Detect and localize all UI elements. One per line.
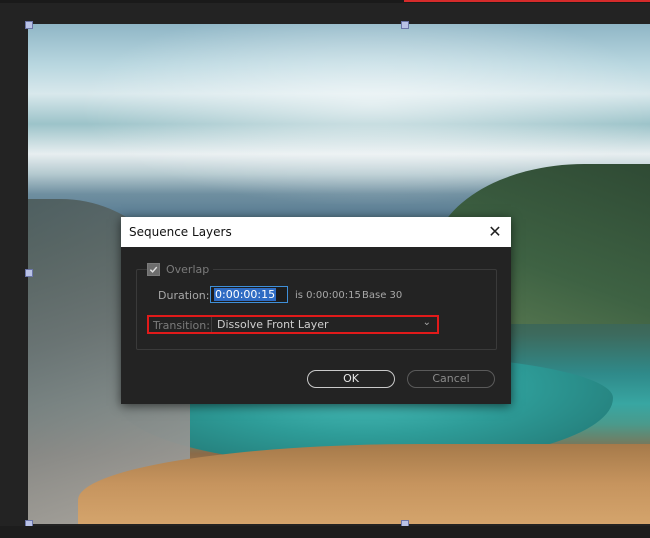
ok-button[interactable]: OK	[307, 370, 395, 388]
sequence-layers-dialog: Sequence Layers ✕ Overlap Duration: 0:00…	[121, 217, 511, 404]
timebase-text: Base 30	[362, 290, 403, 301]
viewer-top-accent-line	[404, 0, 650, 2]
close-icon[interactable]: ✕	[485, 222, 505, 242]
overlap-checkbox-row[interactable]: Overlap	[147, 261, 214, 277]
duration-label: Duration:	[158, 289, 210, 302]
dialog-title: Sequence Layers	[129, 225, 232, 239]
overlap-label: Overlap	[166, 262, 210, 276]
dialog-titlebar[interactable]: Sequence Layers ✕	[121, 217, 511, 247]
overlap-group	[136, 269, 497, 350]
layer-handle-middle-left[interactable]	[25, 269, 33, 277]
checkmark-icon	[149, 266, 158, 273]
viewer-bottom-bar	[0, 526, 650, 538]
duration-value: 0:00:00:15	[214, 288, 277, 301]
layer-handle-top-center[interactable]	[401, 21, 409, 29]
cancel-button[interactable]: Cancel	[407, 370, 495, 388]
transition-label: Transition:	[153, 319, 210, 332]
duration-equivalent-text: is 0:00:00:15	[295, 290, 361, 301]
transition-dropdown[interactable]: Dissolve Front Layer ⌄	[211, 317, 437, 332]
transition-row-highlight: Transition: Dissolve Front Layer ⌄	[147, 315, 439, 334]
transition-selected-value: Dissolve Front Layer	[217, 318, 329, 331]
layer-handle-top-left[interactable]	[25, 21, 33, 29]
duration-input[interactable]: 0:00:00:15	[210, 286, 288, 303]
chevron-down-icon: ⌄	[422, 317, 431, 328]
overlap-checkbox[interactable]	[147, 262, 160, 276]
